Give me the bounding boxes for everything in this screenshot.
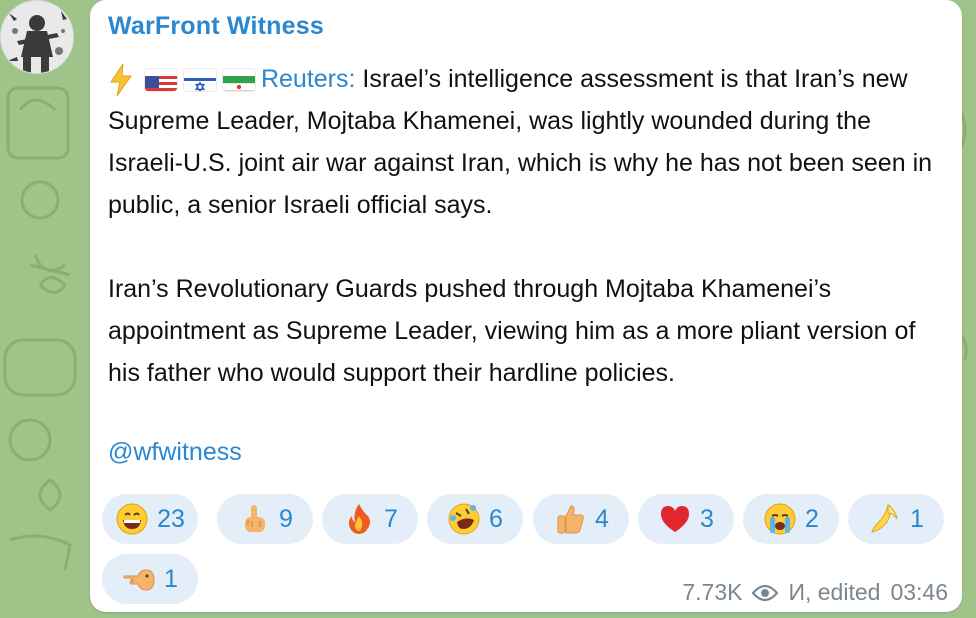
thumbs-up-icon [557,505,584,534]
red-heart-icon [661,506,690,532]
reaction-pointing[interactable]: 1 [102,554,198,604]
lightning-icon [110,64,132,97]
message-paragraph-1: Reuters: Israel’s intelligence assessmen… [108,58,948,226]
message-meta: 7.73K И, edited 03:46 [682,579,948,606]
crying-face-icon [764,503,796,535]
reaction-count: 1 [164,564,178,593]
reaction-count: 4 [595,504,609,533]
us-flag-icon [144,69,177,92]
author-edited-label: И, edited [788,579,881,605]
reaction-thumbs-up[interactable]: 4 [533,494,629,544]
reaction-count: 3 [700,504,714,533]
banana-icon [871,503,898,533]
reaction-grinning[interactable]: 23 [102,494,198,544]
rolling-laughing-icon [448,503,480,535]
israel-flag-icon [183,69,216,92]
pointing-hand-icon [123,569,155,591]
grinning-face-icon [116,503,148,535]
message-time: 03:46 [890,579,948,605]
eye-icon [752,584,779,601]
view-count: 7.73K [682,579,743,605]
iran-flag-icon [222,69,255,92]
reaction-fire[interactable]: 7 [322,494,418,544]
reaction-count: 9 [279,504,293,533]
reaction-count: 2 [805,504,819,533]
reaction-count: 1 [910,504,924,533]
channel-handle-link[interactable]: @wfwitness [108,438,242,467]
reaction-banana[interactable]: 1 [848,494,944,544]
message-bubble: WarFront Witness Reuters: Israel’s intel… [90,0,962,612]
middle-finger-icon [245,505,266,532]
reaction-crying[interactable]: 2 [743,494,839,544]
reaction-count: 23 [157,504,185,533]
reaction-count: 7 [384,504,398,533]
channel-avatar[interactable] [0,0,74,74]
message-text: Reuters: Israel’s intelligence assessmen… [108,58,948,394]
flags-group [144,69,255,92]
soldier-avatar-icon [1,1,73,73]
fire-icon [348,504,371,534]
message-paragraph-2: Iran’s Revolutionary Guards pushed throu… [108,275,916,387]
reaction-rofl[interactable]: 6 [427,494,523,544]
source-label: Reuters: [260,65,356,93]
reaction-count: 6 [489,504,503,533]
channel-name[interactable]: WarFront Witness [108,12,324,41]
reaction-heart[interactable]: 3 [638,494,734,544]
reaction-middle-finger[interactable]: 9 [217,494,313,544]
